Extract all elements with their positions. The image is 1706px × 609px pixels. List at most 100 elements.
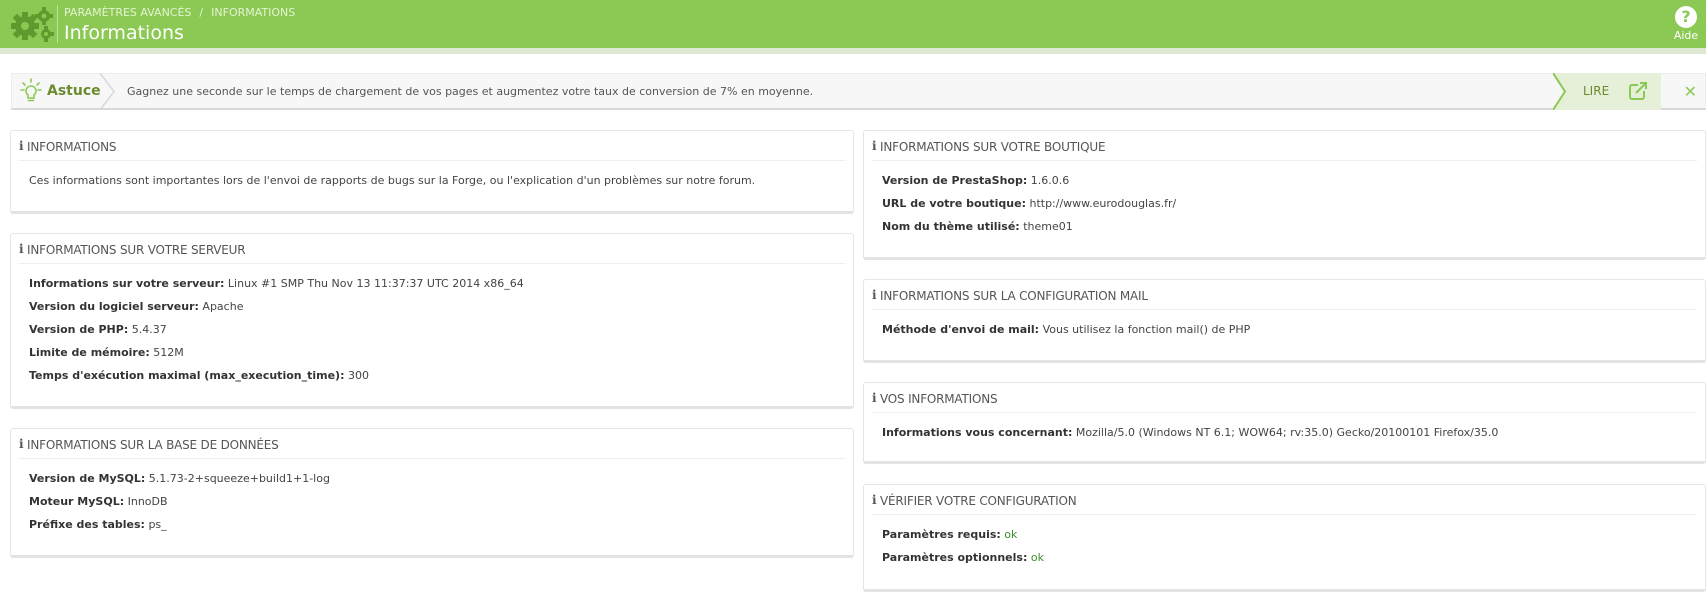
panel-title: INFORMATIONS SUR LA CONFIGURATION MAIL	[880, 289, 1148, 303]
breadcrumb-item-informations[interactable]: INFORMATIONS	[211, 6, 295, 19]
tip-read-button[interactable]: LIRE	[1553, 73, 1661, 110]
panel-server: i INFORMATIONS SUR VOTRE SERVEUR Informa…	[10, 233, 854, 409]
help-button[interactable]: ? Aide	[1670, 6, 1702, 42]
row-value: 5.1.73-2+squeeze+build1+1-log	[148, 472, 330, 485]
panel-header: i INFORMATIONS	[19, 131, 845, 161]
row-label: Paramètres optionnels:	[882, 551, 1028, 564]
tip-label: Astuce	[47, 83, 101, 99]
panel-database: i INFORMATIONS SUR LA BASE DE DONNÉES Ve…	[10, 428, 854, 558]
header-divider	[57, 5, 58, 43]
gears-icon	[11, 7, 54, 42]
info-row-required-params: Paramètres requis: ok	[882, 523, 1697, 546]
panel-shop: i INFORMATIONS SUR VOTRE BOUTIQUE Versio…	[863, 130, 1706, 260]
tip-read-label: LIRE	[1583, 84, 1610, 98]
info-row-server-software: Version du logiciel serveur: Apache	[29, 295, 845, 318]
breadcrumb: PARAMÈTRES AVANCÉS / INFORMATIONS	[64, 6, 295, 19]
info-row-optional-params: Paramètres optionnels: ok	[882, 546, 1697, 569]
panel-body: Paramètres requis: ok Paramètres optionn…	[882, 523, 1697, 569]
panel-check-config: i VÉRIFIER VOTRE CONFIGURATION Paramètre…	[863, 484, 1706, 592]
tip-bar: Astuce Gagnez une seconde sur le temps d…	[11, 73, 1706, 110]
row-label: Moteur MySQL:	[29, 495, 125, 508]
row-label: Paramètres requis:	[882, 528, 1001, 541]
panel-title: VOS INFORMATIONS	[880, 392, 998, 406]
close-icon[interactable]: ✕	[1684, 82, 1697, 101]
panel-body: Version de PrestaShop: 1.6.0.6 URL de vo…	[882, 169, 1697, 238]
panel-header: i INFORMATIONS SUR LA BASE DE DONNÉES	[19, 429, 845, 459]
info-row-user-agent: Informations vous concernant: Mozilla/5.…	[882, 421, 1697, 444]
info-row-table-prefix: Préfixe des tables: ps_	[29, 513, 845, 536]
info-row-server-info: Informations sur votre serveur: Linux #1…	[29, 272, 845, 295]
row-label: Version du logiciel serveur:	[29, 300, 199, 313]
panel-your-info: i VOS INFORMATIONS Informations vous con…	[863, 382, 1706, 464]
info-icon: i	[19, 139, 24, 153]
row-value: http://www.eurodouglas.fr/	[1029, 197, 1177, 210]
header-bottom-strip	[0, 48, 1706, 54]
panel-header: i INFORMATIONS SUR VOTRE BOUTIQUE	[872, 131, 1697, 161]
panel-title: INFORMATIONS SUR VOTRE BOUTIQUE	[880, 140, 1106, 154]
breadcrumb-separator: /	[199, 6, 204, 19]
row-value-ok: ok	[1004, 528, 1018, 541]
info-row-mysql-version: Version de MySQL: 5.1.73-2+squeeze+build…	[29, 467, 845, 490]
row-value: ps_	[148, 518, 167, 531]
row-label: Informations sur votre serveur:	[29, 277, 225, 290]
lightbulb-icon	[20, 78, 42, 102]
row-label: Méthode d'envoi de mail:	[882, 323, 1040, 336]
row-value: 300	[347, 369, 369, 382]
panel-title: INFORMATIONS	[27, 140, 117, 154]
info-row-prestashop-version: Version de PrestaShop: 1.6.0.6	[882, 169, 1697, 192]
info-row-shop-url: URL de votre boutique: http://www.eurodo…	[882, 192, 1697, 215]
tip-chevron-divider	[99, 73, 115, 110]
row-label: Version de PrestaShop:	[882, 174, 1028, 187]
tip-text: Gagnez une seconde sur le temps de charg…	[127, 85, 814, 98]
info-icon: i	[872, 139, 877, 153]
panel-header: i VOS INFORMATIONS	[872, 383, 1697, 413]
row-value: 512M	[153, 346, 184, 359]
info-row-max-execution-time: Temps d'exécution maximal (max_execution…	[29, 364, 845, 387]
row-value: Mozilla/5.0 (Windows NT 6.1; WOW64; rv:3…	[1075, 426, 1499, 439]
row-label: URL de votre boutique:	[882, 197, 1026, 210]
row-value: Apache	[202, 300, 244, 313]
panel-body: Méthode d'envoi de mail: Vous utilisez l…	[882, 318, 1697, 341]
external-link-icon	[1629, 82, 1647, 100]
panel-title: INFORMATIONS SUR VOTRE SERVEUR	[27, 243, 246, 257]
panel-body: Version de MySQL: 5.1.73-2+squeeze+build…	[29, 467, 845, 536]
row-label: Informations vous concernant:	[882, 426, 1073, 439]
panel-title: VÉRIFIER VOTRE CONFIGURATION	[880, 494, 1077, 508]
info-row-php-version: Version de PHP: 5.4.37	[29, 318, 845, 341]
info-icon: i	[872, 493, 877, 507]
panel-informations: i INFORMATIONS Ces informations sont imp…	[10, 130, 854, 214]
panel-header: i VÉRIFIER VOTRE CONFIGURATION	[872, 485, 1697, 515]
row-label: Temps d'exécution maximal (max_execution…	[29, 369, 345, 382]
row-value-ok: ok	[1030, 551, 1044, 564]
row-label: Préfixe des tables:	[29, 518, 145, 531]
row-value: Linux #1 SMP Thu Nov 13 11:37:37 UTC 201…	[227, 277, 524, 290]
panel-title: INFORMATIONS SUR LA BASE DE DONNÉES	[27, 438, 279, 452]
panel-mail: i INFORMATIONS SUR LA CONFIGURATION MAIL…	[863, 279, 1706, 363]
row-value: Vous utilisez la fonction mail() de PHP	[1042, 323, 1251, 336]
info-icon: i	[872, 391, 877, 405]
page-header: PARAMÈTRES AVANCÉS / INFORMATIONS Informat…	[0, 0, 1706, 48]
panel-header: i INFORMATIONS SUR LA CONFIGURATION MAIL	[872, 280, 1697, 310]
panel-header: i INFORMATIONS SUR VOTRE SERVEUR	[19, 234, 845, 264]
info-icon: i	[19, 437, 24, 451]
row-label: Nom du thème utilisé:	[882, 220, 1020, 233]
row-value: InnoDB	[127, 495, 168, 508]
info-row-memory-limit: Limite de mémoire: 512M	[29, 341, 845, 364]
page-title: Informations	[64, 22, 184, 44]
row-label: Version de PHP:	[29, 323, 129, 336]
row-value: 1.6.0.6	[1030, 174, 1070, 187]
row-label: Limite de mémoire:	[29, 346, 150, 359]
row-value: theme01	[1023, 220, 1073, 233]
help-label: Aide	[1673, 29, 1699, 42]
panel-description: Ces informations sont importantes lors d…	[29, 174, 756, 187]
info-row-mail-method: Méthode d'envoi de mail: Vous utilisez l…	[882, 318, 1697, 341]
panel-body: Informations vous concernant: Mozilla/5.…	[882, 421, 1697, 444]
info-row-mysql-engine: Moteur MySQL: InnoDB	[29, 490, 845, 513]
panel-body: Informations sur votre serveur: Linux #1…	[29, 272, 845, 387]
panel-body: Ces informations sont importantes lors d…	[29, 169, 845, 192]
info-icon: i	[872, 288, 877, 302]
question-circle-icon: ?	[1675, 6, 1697, 28]
row-value: 5.4.37	[131, 323, 167, 336]
breadcrumb-item-advanced[interactable]: PARAMÈTRES AVANCÉS	[64, 6, 191, 19]
row-label: Version de MySQL:	[29, 472, 146, 485]
